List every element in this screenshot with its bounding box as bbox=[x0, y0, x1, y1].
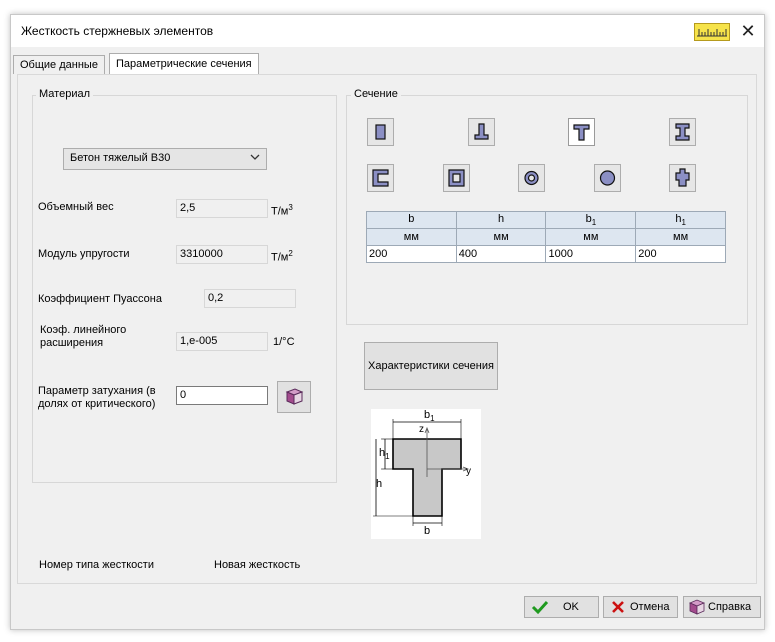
cancel-label: Отмена bbox=[630, 601, 670, 613]
thermal-field[interactable]: 1,e-005 bbox=[176, 332, 268, 351]
ok-button[interactable]: OK bbox=[524, 596, 599, 618]
volume-weight-field[interactable]: 2,5 bbox=[176, 199, 268, 218]
thermal-unit: 1/°C bbox=[273, 336, 295, 348]
cancel-button[interactable]: Отмена bbox=[603, 596, 678, 618]
tab-general[interactable]: Общие данные bbox=[13, 55, 105, 74]
elastic-modulus-label: Модуль упругости bbox=[38, 248, 130, 260]
help-label: Справка bbox=[708, 601, 752, 613]
unit-cell: мм bbox=[635, 228, 726, 246]
poisson-label: Коэффициент Пуассона bbox=[38, 293, 162, 305]
stiffness-type-label: Номер типа жесткости bbox=[39, 559, 154, 571]
chevron-down-icon bbox=[250, 152, 260, 165]
value-cell-h[interactable]: 400 bbox=[455, 245, 547, 263]
cross-section-icon[interactable] bbox=[669, 164, 696, 192]
rectangle-section-icon[interactable] bbox=[367, 118, 394, 146]
tab-panel: Материал Бетон тяжелый В30 Объемный вес … bbox=[17, 74, 757, 584]
help-button[interactable]: Справка bbox=[683, 596, 761, 618]
i-beam-section-icon[interactable] bbox=[669, 118, 696, 146]
tab-general-label: Общие данные bbox=[20, 59, 98, 71]
thermal-label-line1: Коэф. линейного bbox=[40, 324, 127, 336]
value-cell-h1[interactable]: 200 bbox=[635, 245, 726, 263]
diagram-label-h1: h1 bbox=[379, 447, 390, 462]
inverted-t-section-icon[interactable] bbox=[468, 118, 495, 146]
column-header-h1: h1 bbox=[635, 211, 726, 229]
help-book-icon bbox=[688, 599, 706, 618]
diagram-label-b1: b1 bbox=[424, 409, 435, 424]
box-section-icon[interactable] bbox=[443, 164, 470, 192]
column-header-b1: b1 bbox=[545, 211, 637, 229]
thermal-label-line2: расширения bbox=[40, 337, 104, 349]
diagram-label-z: z bbox=[419, 424, 424, 435]
value-cell-b[interactable]: 200 bbox=[366, 245, 457, 263]
elastic-modulus-field[interactable]: 3310000 bbox=[176, 245, 268, 264]
column-header-h: h bbox=[455, 211, 547, 229]
unit-cell: мм bbox=[455, 228, 547, 246]
unit-cell: мм bbox=[366, 228, 457, 246]
ok-label: OK bbox=[563, 601, 579, 613]
window-title: Жесткость стержневых элементов bbox=[21, 24, 214, 38]
stiffness-type-value: Новая жесткость bbox=[214, 559, 301, 571]
diagram-label-b: b bbox=[424, 525, 431, 537]
circle-section-icon[interactable] bbox=[594, 164, 621, 192]
diagram-label-y: y bbox=[466, 466, 471, 477]
poisson-field[interactable]: 0,2 bbox=[204, 289, 296, 308]
volume-weight-unit: Т/м3 bbox=[271, 203, 293, 218]
title-bar: Жесткость стержневых элементов ✕ bbox=[11, 15, 764, 47]
close-icon[interactable]: ✕ bbox=[735, 19, 761, 43]
section-parameters-table: b h b1 h1 мм мм мм мм 200 400 1000 200 bbox=[366, 211, 726, 263]
unit-cell: мм bbox=[545, 228, 637, 246]
checkmark-icon bbox=[531, 599, 549, 618]
tab-parametric-sections[interactable]: Параметрические сечения bbox=[109, 53, 259, 75]
volume-weight-label: Объемный вес bbox=[38, 201, 114, 213]
channel-section-icon[interactable] bbox=[367, 164, 394, 192]
ring-section-icon[interactable] bbox=[518, 164, 545, 192]
dialog-window: Жесткость стержневых элементов ✕ Общие д… bbox=[10, 14, 765, 630]
book-icon[interactable] bbox=[277, 381, 311, 413]
material-group-label: Материал bbox=[36, 88, 93, 100]
damping-field[interactable]: 0 bbox=[176, 386, 268, 405]
diagram-label-h: h bbox=[376, 478, 383, 490]
t-section-icon[interactable] bbox=[568, 118, 595, 146]
ruler-icon[interactable] bbox=[694, 23, 730, 41]
section-characteristics-button[interactable]: Характеристики сечения bbox=[364, 342, 498, 390]
cancel-x-icon bbox=[610, 599, 626, 618]
elastic-modulus-unit: Т/м2 bbox=[271, 249, 293, 264]
column-header-b: b bbox=[366, 211, 457, 229]
section-diagram: b1 h1 h b z y bbox=[371, 409, 481, 539]
value-cell-b1[interactable]: 1000 bbox=[545, 245, 637, 263]
material-select[interactable]: Бетон тяжелый В30 bbox=[63, 148, 267, 170]
tab-parametric-sections-label: Параметрические сечения bbox=[116, 58, 252, 70]
section-group-label: Сечение bbox=[351, 88, 401, 100]
material-select-value: Бетон тяжелый В30 bbox=[70, 152, 171, 164]
damping-label-line1: Параметр затухания (в bbox=[38, 385, 156, 397]
damping-label-line2: долях от критического) bbox=[38, 398, 156, 410]
